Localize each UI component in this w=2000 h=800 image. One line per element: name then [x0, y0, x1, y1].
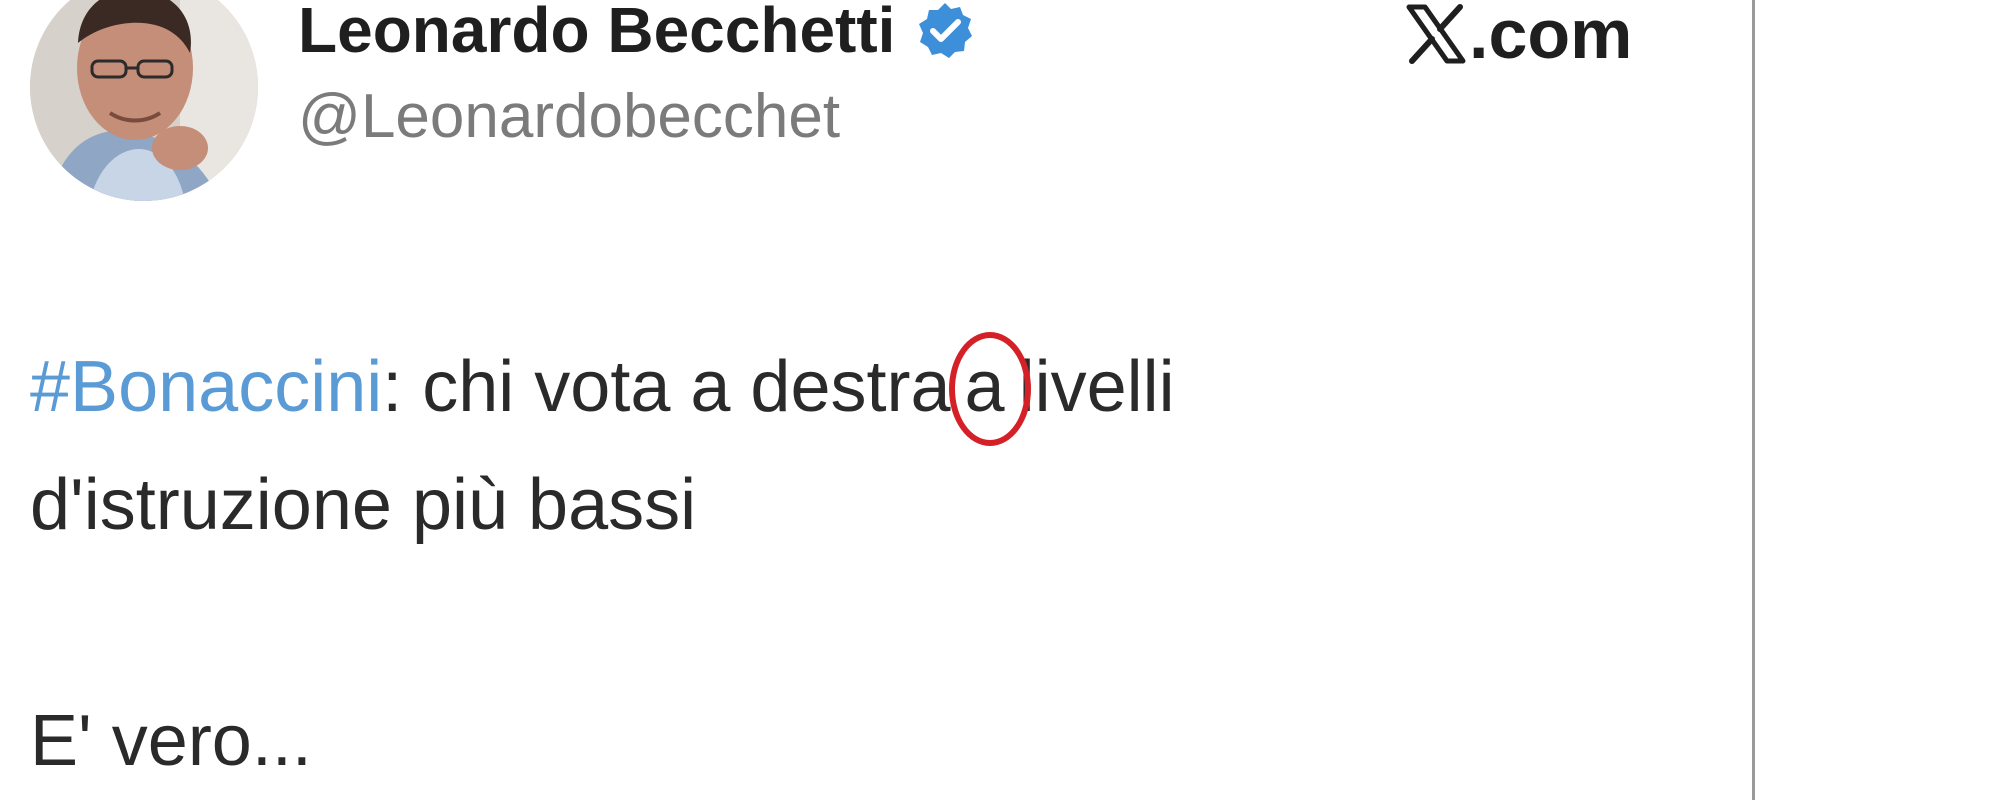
avatar[interactable]	[30, 0, 258, 201]
brand-domain-text: .com	[1469, 0, 1633, 73]
brand-watermark: .com	[1405, 0, 1632, 79]
avatar-photo	[30, 0, 258, 201]
circled-word-annotation: a	[948, 328, 1031, 446]
display-name[interactable]: Leonardo Becchetti	[298, 0, 895, 67]
tweet-text-segment-after: livelli	[1018, 347, 1175, 427]
tweet-line-1: #Bonaccini: chi vota a destra a livelli	[30, 328, 1710, 446]
tweet-line-3: E' vero...	[30, 701, 312, 781]
hashtag-link[interactable]: #Bonaccini	[30, 347, 382, 427]
x-logo-icon	[1405, 3, 1467, 65]
tweet-text: #Bonaccini: chi vota a destra a livelli d'…	[30, 328, 1710, 800]
verified-badge-icon	[915, 0, 975, 60]
tweet-line-2: d'istruzione più bassi	[30, 465, 697, 545]
tweet-card: Leonardo Becchetti @Leonardobecchet .com…	[0, 0, 1755, 800]
user-handle[interactable]: @Leonardobecchet	[298, 81, 840, 152]
display-name-row: Leonardo Becchetti	[298, 0, 975, 75]
screenshot-canvas: Leonardo Becchetti @Leonardobecchet .com…	[0, 0, 2000, 800]
tweet-text-segment: : chi vota a destra	[382, 347, 951, 427]
